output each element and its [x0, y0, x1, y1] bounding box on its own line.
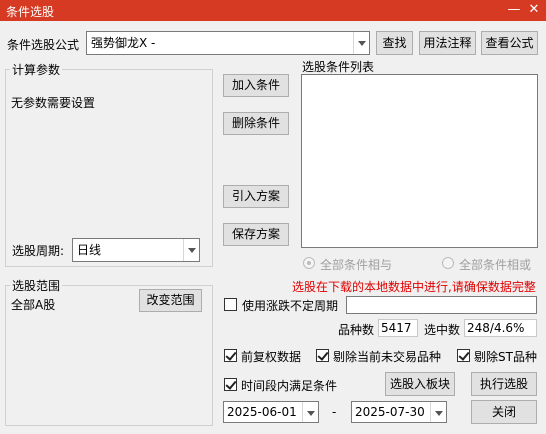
- start-date-picker[interactable]: 2025-06-01: [223, 401, 319, 423]
- execute-button[interactable]: 执行选股: [471, 372, 537, 396]
- count-label: 品种数: [338, 323, 375, 337]
- period-label: 选股周期:: [12, 244, 65, 258]
- date-separator: -: [332, 405, 337, 419]
- close-icon[interactable]: ✕: [525, 1, 543, 19]
- minimize-icon[interactable]: —: [505, 1, 523, 19]
- selected-value: 248/4.6%: [464, 319, 537, 337]
- title-bar[interactable]: 条件选股 — ✕: [0, 0, 546, 21]
- condition-stock-picker-window: 条件选股 — ✕ 条件选股公式 强势御龙X - 查找 用法注释 查看公式 计算参…: [0, 0, 546, 434]
- all-or-radio[interactable]: [442, 257, 454, 269]
- range-legend: 选股范围: [10, 277, 63, 294]
- exclude-untraded-checkbox[interactable]: [316, 349, 329, 362]
- import-plan-button[interactable]: 引入方案: [223, 185, 289, 208]
- save-plan-button[interactable]: 保存方案: [223, 223, 289, 246]
- close-button[interactable]: 关闭: [471, 400, 537, 424]
- chevron-down-icon[interactable]: [302, 402, 318, 422]
- chevron-down-icon[interactable]: [353, 32, 369, 54]
- delete-condition-button[interactable]: 删除条件: [223, 112, 289, 135]
- unfixed-period-input[interactable]: [346, 296, 537, 314]
- period-value: 日线: [77, 243, 102, 257]
- exclude-st-checkbox[interactable]: [457, 349, 470, 362]
- in-period-label: 时间段内满足条件: [241, 379, 338, 393]
- condition-list[interactable]: [301, 74, 538, 248]
- exclude-untraded-label: 剔除当前未交易品种: [333, 350, 442, 364]
- unfixed-period-checkbox[interactable]: [224, 298, 237, 311]
- view-formula-button[interactable]: 查看公式: [481, 31, 538, 55]
- end-date-picker[interactable]: 2025-07-30: [351, 401, 447, 423]
- unfixed-period-label: 使用涨跌不定周期: [242, 299, 339, 313]
- formula-select[interactable]: 强势御龙X -: [86, 31, 370, 55]
- data-warning: 选股在下载的本地数据中进行,请确保数据完整: [292, 280, 536, 294]
- add-to-block-button[interactable]: 选股入板块: [385, 372, 455, 396]
- window-title: 条件选股: [6, 5, 55, 19]
- all-or-label: 全部条件相或: [459, 258, 532, 272]
- end-date-value: 2025-07-30: [355, 405, 425, 419]
- change-range-button[interactable]: 改变范围: [139, 289, 202, 312]
- add-condition-button[interactable]: 加入条件: [223, 74, 289, 97]
- find-button[interactable]: 查找: [376, 31, 413, 55]
- selected-label: 选中数: [424, 323, 461, 337]
- all-and-radio[interactable]: [303, 257, 315, 269]
- in-period-checkbox[interactable]: [224, 378, 237, 391]
- all-and-label: 全部条件相与: [320, 258, 393, 272]
- chevron-down-icon[interactable]: [183, 239, 199, 261]
- condition-list-label: 选股条件列表: [302, 60, 375, 74]
- formula-label: 条件选股公式: [7, 38, 80, 52]
- params-legend: 计算参数: [10, 61, 63, 78]
- range-value: 全部A股: [11, 298, 56, 312]
- pre-adjust-checkbox[interactable]: [224, 349, 237, 362]
- exclude-st-label: 剔除ST品种: [474, 350, 537, 364]
- params-note: 无参数需要设置: [11, 96, 96, 110]
- count-value: 5417: [378, 319, 418, 337]
- pre-adjust-label: 前复权数据: [241, 350, 302, 364]
- start-date-value: 2025-06-01: [227, 405, 297, 419]
- formula-value: 强势御龙X -: [91, 36, 156, 50]
- period-select[interactable]: 日线: [72, 238, 200, 262]
- chevron-down-icon[interactable]: [430, 402, 446, 422]
- usage-notes-button[interactable]: 用法注释: [419, 31, 476, 55]
